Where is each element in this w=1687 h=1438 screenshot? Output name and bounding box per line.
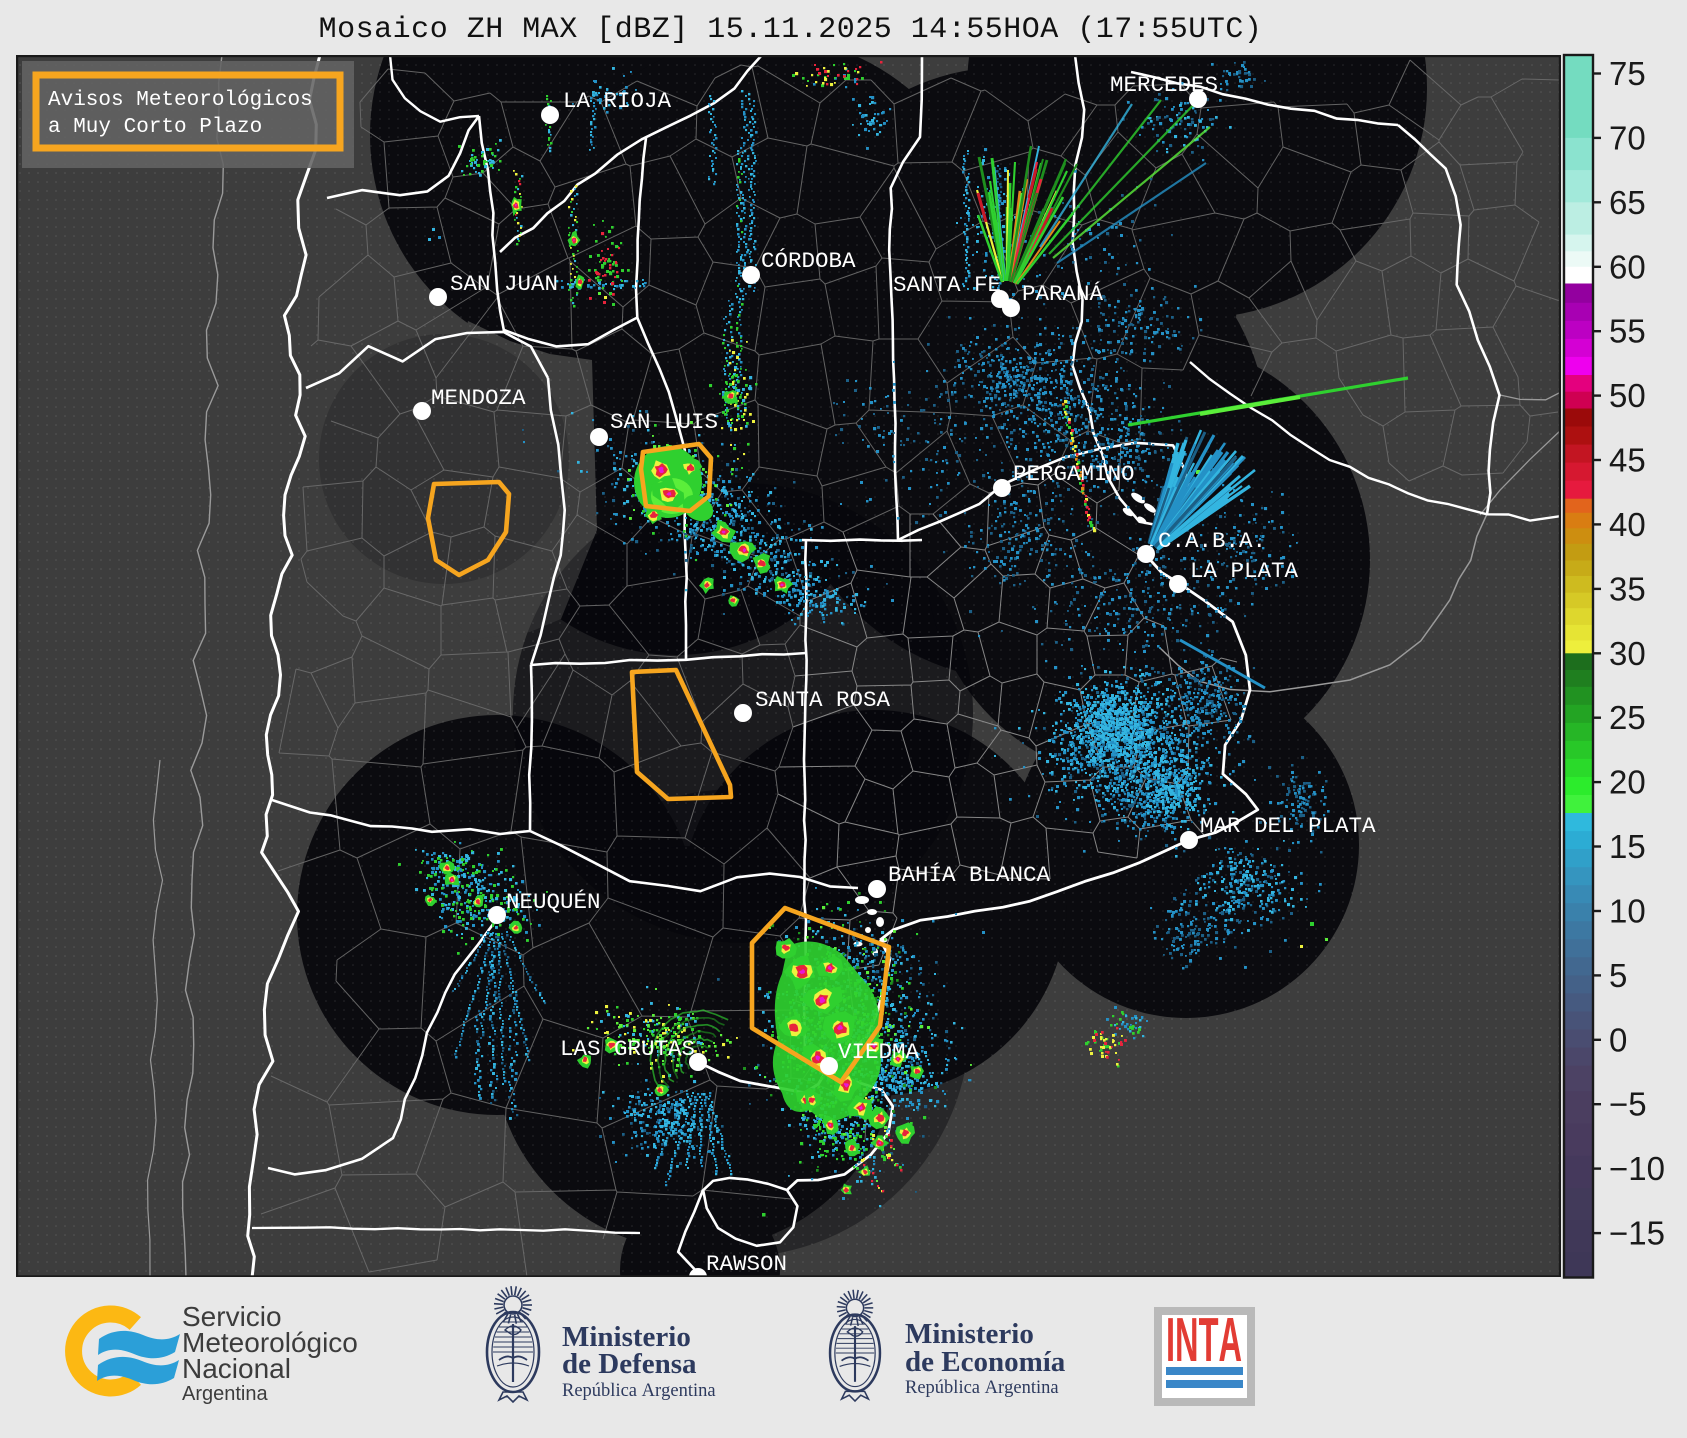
svg-text:de Economía: de Economía	[905, 1346, 1066, 1378]
svg-text:INTA: INTA	[1166, 1306, 1242, 1375]
svg-text:República Argentina: República Argentina	[905, 1378, 1059, 1398]
svg-text:República Argentina: República Argentina	[562, 1381, 716, 1401]
svg-text:de Defensa: de Defensa	[562, 1348, 697, 1380]
